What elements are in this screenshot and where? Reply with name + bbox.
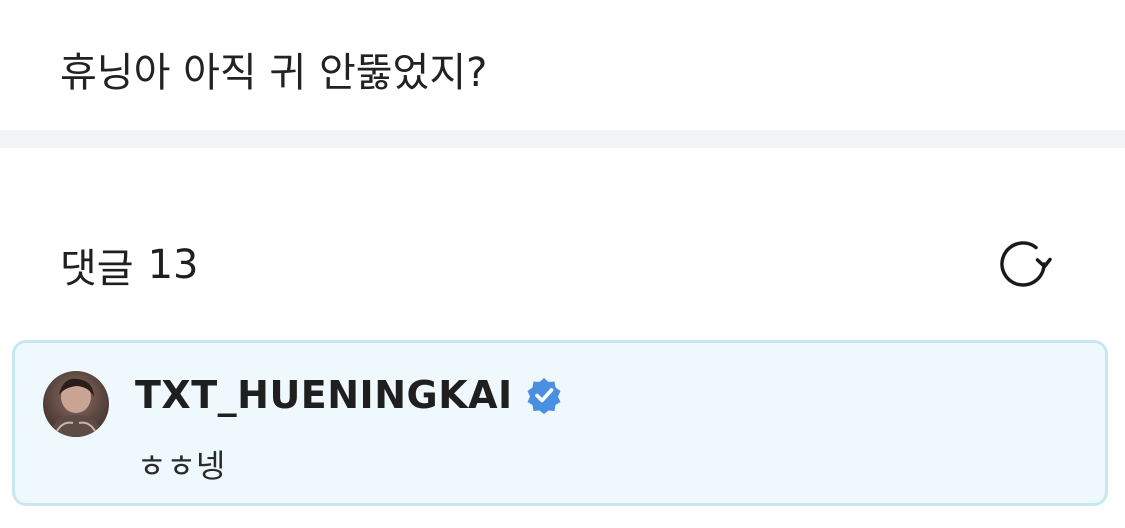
comment-author-row: TXT_HUENINGKAI [135, 369, 563, 421]
comment-card: TXT_HUENINGKAI ㅎㅎ넹 [12, 340, 1108, 506]
section-divider [0, 130, 1125, 148]
comments-header: 댓글 13 [60, 236, 199, 294]
post-text: 휴닝아 아직 귀 안뚫었지? [60, 50, 488, 96]
comments-label: 댓글 [60, 246, 134, 292]
verified-badge-icon [525, 376, 563, 414]
avatar[interactable] [43, 371, 109, 437]
refresh-button[interactable] [990, 231, 1056, 297]
comment-text: ㅎㅎ넹 [137, 447, 226, 485]
comments-count: 13 [147, 242, 199, 288]
refresh-icon [1000, 241, 1052, 287]
comment-author[interactable]: TXT_HUENINGKAI [135, 373, 513, 417]
